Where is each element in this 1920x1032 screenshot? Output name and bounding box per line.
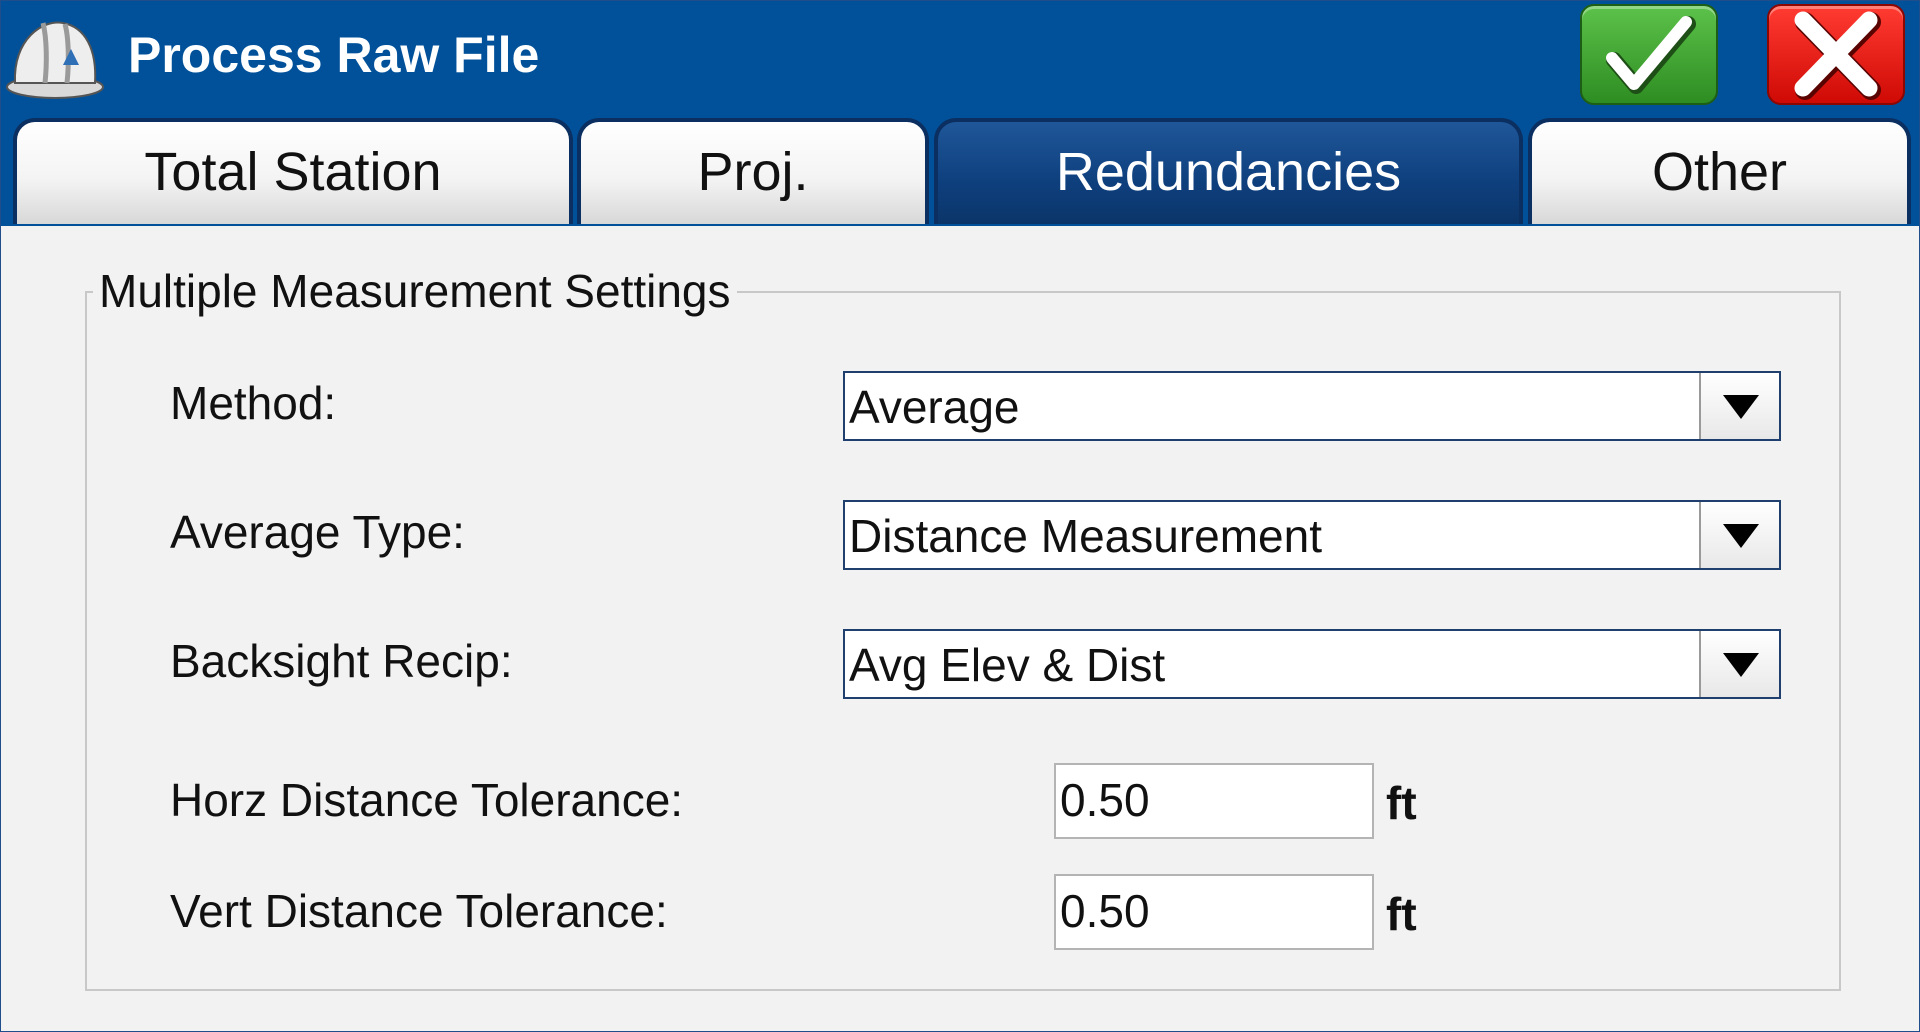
triangle-down-icon: [1723, 653, 1759, 677]
horz-distance-tolerance-label: Horz Distance Tolerance:: [170, 774, 684, 826]
method-dropdown[interactable]: Average: [843, 371, 1781, 441]
group-title: Multiple Measurement Settings: [93, 263, 737, 319]
process-raw-file-dialog: Process Raw File Total Station Proj. Red…: [0, 0, 1920, 1032]
backsight-recip-dropdown-button[interactable]: [1699, 631, 1779, 697]
tab-redundancies[interactable]: Redundancies: [934, 118, 1523, 224]
tab-other[interactable]: Other: [1528, 118, 1911, 224]
backsight-recip-label: Backsight Recip:: [170, 635, 513, 687]
close-x-icon: [1794, 11, 1881, 100]
horz-distance-unit: ft: [1386, 777, 1417, 829]
vert-distance-tolerance-input[interactable]: 0.50: [1054, 874, 1374, 950]
triangle-down-icon: [1723, 524, 1759, 548]
average-type-dropdown[interactable]: Distance Measurement: [843, 500, 1781, 570]
dialog-title: Process Raw File: [128, 27, 540, 83]
checkmark-icon: [1606, 16, 1696, 94]
backsight-recip-dropdown[interactable]: Avg Elev & Dist: [843, 629, 1781, 699]
average-type-label: Average Type:: [170, 506, 465, 558]
horz-distance-tolerance-input[interactable]: 0.50: [1054, 763, 1374, 839]
tab-total-station[interactable]: Total Station: [13, 118, 573, 224]
method-dropdown-button[interactable]: [1699, 373, 1779, 439]
tab-proj[interactable]: Proj.: [577, 118, 929, 224]
method-value: Average: [849, 381, 1020, 433]
average-type-dropdown-button[interactable]: [1699, 502, 1779, 568]
tab-bar: Total Station Proj. Redundancies Other: [1, 110, 1919, 226]
vert-distance-tolerance-label: Vert Distance Tolerance:: [170, 885, 668, 937]
title-bar: Process Raw File: [1, 1, 1919, 110]
vert-distance-unit: ft: [1386, 888, 1417, 940]
triangle-down-icon: [1723, 395, 1759, 419]
cancel-button[interactable]: [1767, 4, 1905, 105]
average-type-value: Distance Measurement: [849, 510, 1322, 562]
hard-hat-icon: [6, 21, 104, 99]
backsight-recip-value: Avg Elev & Dist: [849, 639, 1166, 691]
ok-button[interactable]: [1580, 4, 1718, 105]
method-label: Method:: [170, 377, 337, 429]
